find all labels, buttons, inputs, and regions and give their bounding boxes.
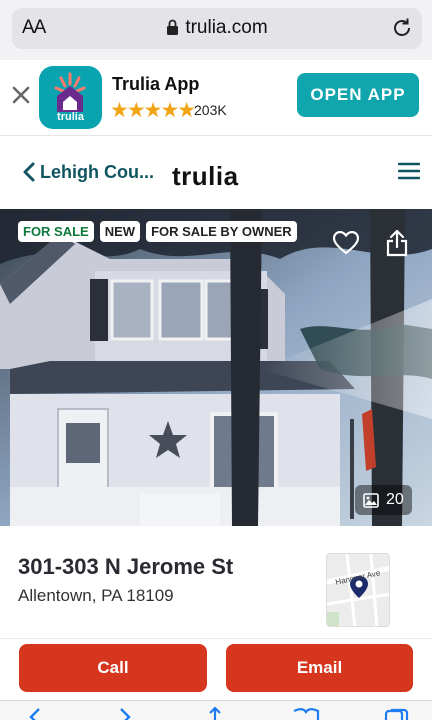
app-name: Trulia App	[112, 74, 200, 94]
browser-toolbar	[0, 700, 432, 720]
share-sheet-icon[interactable]	[204, 707, 226, 720]
bookmarks-icon[interactable]	[292, 707, 320, 720]
map-image	[327, 554, 389, 626]
listing-address-city: Allentown, PA 18109	[18, 586, 174, 605]
tabs-icon[interactable]	[384, 707, 410, 720]
call-button[interactable]: Call	[19, 644, 207, 692]
back-arrow-icon[interactable]	[28, 707, 42, 720]
lock-icon	[166, 19, 179, 41]
reload-icon[interactable]	[390, 16, 414, 45]
chevron-left-icon	[23, 162, 35, 182]
back-link-label: Lehigh Cou...	[40, 161, 154, 182]
hamburger-menu-icon[interactable]	[397, 162, 421, 185]
listing-address-street: 301-303 N Jerome St	[18, 554, 234, 579]
app-icon-word: trulia	[57, 111, 84, 123]
divider	[0, 638, 432, 639]
trulia-logo[interactable]: trulia	[172, 161, 239, 192]
share-icon[interactable]	[386, 229, 408, 262]
for-sale-by-owner-tag: FOR SALE BY OWNER	[146, 221, 297, 242]
open-app-button[interactable]: OPEN APP	[297, 73, 419, 117]
listing-tags: FOR SALE NEW FOR SALE BY OWNER	[18, 221, 297, 242]
url-display[interactable]: trulia.com	[12, 17, 422, 41]
rating-stars: ★★★★★	[110, 99, 196, 122]
close-icon[interactable]	[10, 84, 32, 106]
back-to-search-link[interactable]: Lehigh Cou...	[22, 161, 154, 183]
photo-count-value: 20	[386, 491, 404, 508]
map-thumbnail[interactable]: Hanover Ave	[326, 553, 390, 627]
heart-icon[interactable]	[332, 230, 360, 260]
rating-count: 203K	[194, 102, 227, 118]
url-domain: trulia.com	[185, 17, 268, 38]
forward-arrow-icon[interactable]	[118, 707, 132, 720]
for-sale-tag: FOR SALE	[18, 221, 94, 242]
listing-photo[interactable]: FOR SALE NEW FOR SALE BY OWNER 20	[0, 209, 432, 526]
new-tag: NEW	[99, 221, 141, 242]
email-button[interactable]: Email	[226, 644, 413, 692]
browser-chrome: AA trulia.com	[0, 0, 432, 60]
address-bar[interactable]: AA trulia.com	[12, 8, 422, 49]
house-photo-image	[0, 209, 432, 526]
trulia-app-icon: trulia	[39, 66, 102, 129]
site-header: Lehigh Cou... trulia	[0, 137, 432, 209]
image-icon	[363, 492, 379, 508]
photo-count-badge[interactable]: 20	[355, 485, 412, 515]
app-install-banner: trulia Trulia App ★★★★★ 203K OPEN APP	[0, 60, 432, 136]
